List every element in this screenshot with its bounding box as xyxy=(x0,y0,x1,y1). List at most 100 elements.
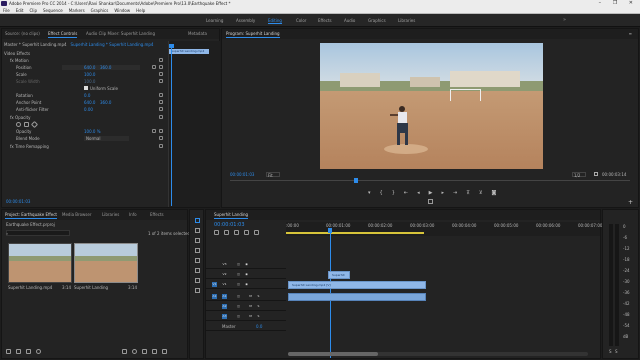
menu-markers[interactable]: Markers xyxy=(69,7,85,14)
track-v3-label[interactable]: V3 xyxy=(222,262,227,267)
button-editor-icon[interactable] xyxy=(428,199,433,204)
window-controls[interactable]: – ❐ ✕ xyxy=(599,0,638,7)
timeline-scrollbar-thumb[interactable] xyxy=(288,352,378,356)
lock-icon[interactable] xyxy=(6,349,11,354)
scale-width-reset-icon[interactable] xyxy=(159,79,163,83)
clip-v2-superhit[interactable]: Superhit xyxy=(328,271,350,279)
ripple-edit-tool-icon[interactable] xyxy=(195,238,200,243)
mark-out-icon[interactable]: } xyxy=(392,190,395,196)
blend-mode-select[interactable]: Normal xyxy=(84,136,129,141)
position-reset-icon[interactable] xyxy=(159,65,163,69)
clip-a1-superhit-landing[interactable] xyxy=(288,293,426,301)
anti-flicker-value[interactable]: 0.00 xyxy=(84,107,93,112)
workspace-libraries[interactable]: Libraries xyxy=(398,18,415,23)
sequence-clip-label[interactable]: Superhit Landing * Superhit Landing.mp4 xyxy=(71,42,154,47)
motion-reset-icon[interactable] xyxy=(159,58,163,62)
find-icon[interactable] xyxy=(132,349,137,354)
tab-metadata[interactable]: Metadata xyxy=(188,31,207,36)
tab-media-browser[interactable]: Media Browser xyxy=(62,212,92,217)
workspace-learning[interactable]: Learning xyxy=(206,18,223,23)
tab-program[interactable]: Program: Superhit Landing xyxy=(226,31,280,38)
workspace-audio[interactable]: Audio xyxy=(344,18,355,23)
track-a1-source-patch[interactable]: A1 xyxy=(212,294,217,299)
timeline-settings-icon[interactable] xyxy=(254,230,259,235)
track-a3-solo[interactable]: S xyxy=(256,314,261,319)
go-to-in-icon[interactable]: ⇤ xyxy=(404,190,408,196)
track-v2-eye-icon[interactable]: ◉ xyxy=(244,272,249,277)
lift-icon[interactable]: ⊼ xyxy=(466,190,470,196)
tab-effect-controls[interactable]: Effect Controls xyxy=(48,31,78,38)
linked-selection-icon[interactable] xyxy=(234,230,239,235)
anchor-reset-icon[interactable] xyxy=(159,100,163,104)
menu-window[interactable]: Window xyxy=(114,7,130,14)
track-v3-lock-icon[interactable]: ◫ xyxy=(236,262,241,267)
step-back-icon[interactable]: ◂ xyxy=(417,190,420,196)
project-search-input[interactable] xyxy=(6,230,70,236)
track-a2-mute[interactable]: M xyxy=(248,304,253,309)
new-item-icon[interactable] xyxy=(152,349,157,354)
ec-current-time[interactable]: 00:00:01:03 xyxy=(6,199,30,204)
pen-mask-icon[interactable] xyxy=(30,120,39,129)
program-playhead[interactable] xyxy=(354,178,358,183)
add-button-icon[interactable]: + xyxy=(628,199,633,206)
workspace-effects[interactable]: Effects xyxy=(318,18,332,23)
project-item-name-2[interactable]: Superhit Landing xyxy=(74,285,108,290)
track-a3-lock-icon[interactable]: ◫ xyxy=(236,314,241,319)
opacity-effect[interactable]: fx Opacity xyxy=(10,115,30,120)
track-v1-source-patch[interactable]: V1 xyxy=(212,282,217,287)
selection-tool-icon[interactable] xyxy=(195,218,200,223)
time-remapping-effect[interactable]: fx Time Remapping xyxy=(10,144,49,149)
meter-solo-right[interactable]: S xyxy=(615,349,618,354)
ellipse-mask-icon[interactable] xyxy=(16,122,21,127)
workspace-color[interactable]: Color xyxy=(296,18,306,23)
blend-reset-icon[interactable] xyxy=(159,136,163,140)
track-a3-label[interactable]: A3 xyxy=(222,314,227,319)
track-v1-eye-icon[interactable]: ◉ xyxy=(244,282,249,287)
tab-source[interactable]: Source: (no clips) xyxy=(5,31,40,36)
opacity-reset-icon[interactable] xyxy=(159,129,163,133)
type-tool-icon[interactable] xyxy=(195,288,200,293)
extract-icon[interactable]: ⊻ xyxy=(479,190,483,196)
project-item-thumb-1[interactable] xyxy=(8,243,72,283)
uniform-scale-checkbox[interactable] xyxy=(84,86,88,90)
track-a1-mute[interactable]: M xyxy=(248,294,253,299)
add-marker-icon[interactable]: ▾ xyxy=(368,190,371,196)
time-remap-reset-icon[interactable] xyxy=(159,144,163,148)
rotation-reset-icon[interactable] xyxy=(159,93,163,97)
icon-view-icon[interactable] xyxy=(26,349,31,354)
menu-graphics[interactable]: Graphics xyxy=(91,7,109,14)
hand-tool-icon[interactable] xyxy=(195,278,200,283)
project-item-name-1[interactable]: Superhit Landing.mp4 xyxy=(8,285,52,290)
ec-mini-timeline[interactable]: Superhit Landing.mp4 xyxy=(168,41,220,207)
menu-sequence[interactable]: Sequence xyxy=(43,7,63,14)
workspace-assembly[interactable]: Assembly xyxy=(236,18,255,23)
scale-reset-icon[interactable] xyxy=(159,72,163,76)
opacity-section-reset-icon[interactable] xyxy=(159,115,163,119)
ec-playhead[interactable] xyxy=(171,46,172,206)
workspace-overflow-icon[interactable]: » xyxy=(563,17,566,23)
track-a2-label[interactable]: A2 xyxy=(222,304,227,309)
quality-select[interactable]: 1/2 xyxy=(572,172,586,178)
track-a2-lock-icon[interactable]: ◫ xyxy=(236,304,241,309)
add-marker-timeline-icon[interactable] xyxy=(244,230,249,235)
program-timecode[interactable]: 00:00:01:03 xyxy=(230,172,254,177)
tab-info[interactable]: Info xyxy=(129,212,137,217)
track-v2-label[interactable]: V2 xyxy=(222,272,227,277)
pen-tool-icon[interactable] xyxy=(195,268,200,273)
anchor-y-value[interactable]: 360.0 xyxy=(100,100,111,105)
track-v3-eye-icon[interactable]: ◉ xyxy=(244,262,249,267)
fit-select[interactable]: Fit xyxy=(266,172,280,178)
step-forward-icon[interactable]: ▸ xyxy=(441,190,444,196)
menu-edit[interactable]: Edit xyxy=(16,7,24,14)
timeline-ruler[interactable]: :00:00 00:00:01:00 00:00:02:00 00:00:03:… xyxy=(286,222,602,236)
track-v1-lock-icon[interactable]: ◫ xyxy=(236,282,241,287)
scale-value[interactable]: 100.0 xyxy=(84,72,95,77)
trash-icon[interactable] xyxy=(162,349,167,354)
tab-audio-clip-mixer[interactable]: Audio Clip Mixer: Superhit Landing xyxy=(86,31,155,36)
master-clip-label[interactable]: Master * Superhit Landing.mp4 xyxy=(4,42,67,47)
track-a3-mute[interactable]: M xyxy=(248,314,253,319)
menu-help[interactable]: Help xyxy=(136,7,145,14)
program-menu-icon[interactable]: ≡ xyxy=(629,31,632,36)
anti-flicker-reset-icon[interactable] xyxy=(159,107,163,111)
slip-tool-icon[interactable] xyxy=(195,258,200,263)
